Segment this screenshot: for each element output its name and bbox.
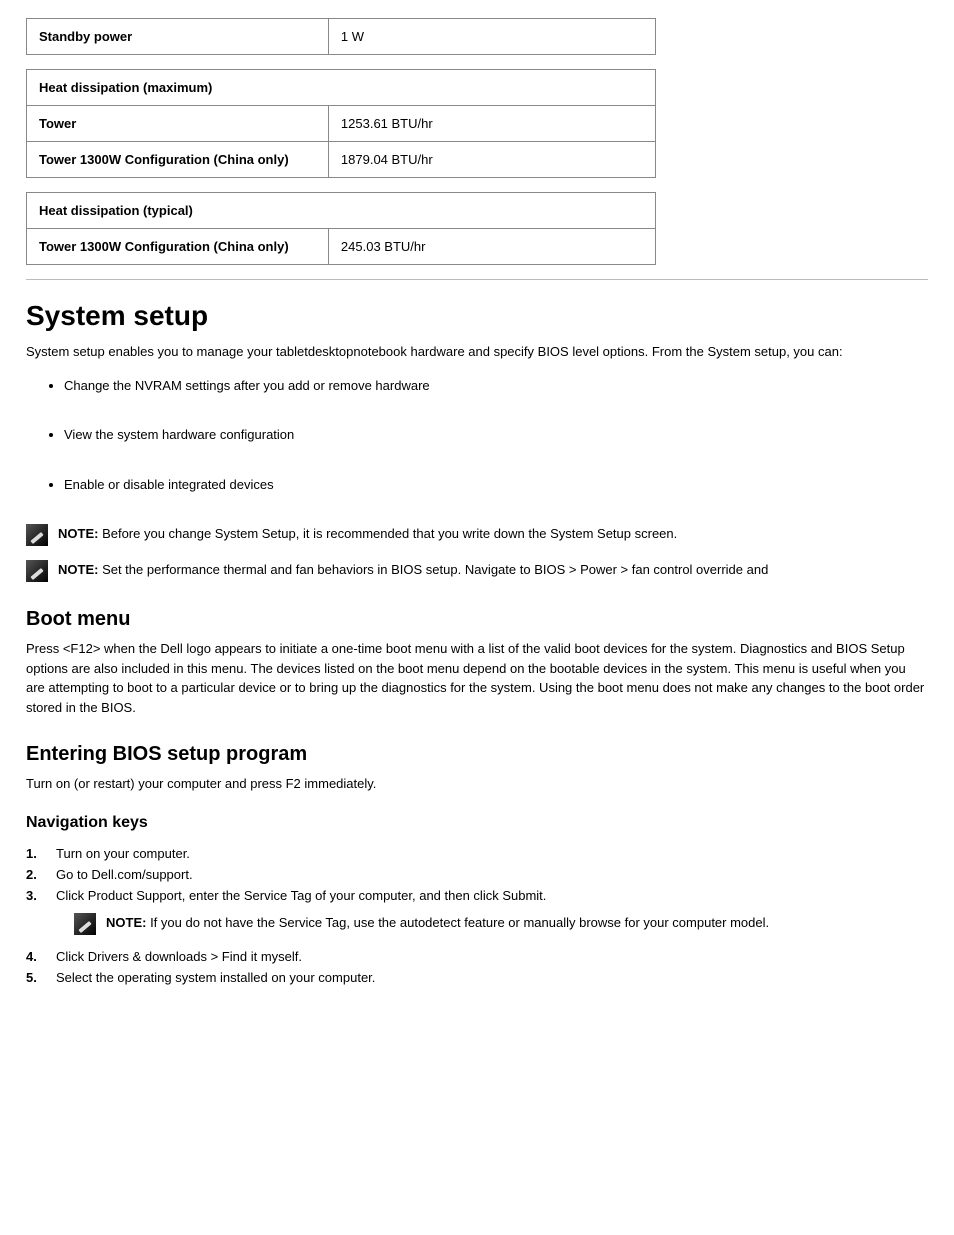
step-3-body: Click Product Support, enter the Service… bbox=[56, 888, 928, 903]
divider bbox=[26, 279, 928, 280]
step-1: 1. Turn on your computer. bbox=[26, 846, 928, 861]
step-5-num: 5. bbox=[26, 970, 46, 985]
subnote-text-wrap: NOTE: If you do not have the Service Tag… bbox=[106, 913, 769, 933]
step-2-num: 2. bbox=[26, 867, 46, 882]
note1-label: NOTE: bbox=[58, 526, 102, 541]
subnote-label: NOTE: bbox=[106, 915, 150, 930]
step-1-body: Turn on your computer. bbox=[56, 846, 928, 861]
heat-max-row1-label: Tower 1300W Configuration (China only) bbox=[27, 142, 329, 178]
heat-max-row0-value: 1253.61 BTU/hr bbox=[328, 106, 655, 142]
heat-dissipation-typical-table: Heat dissipation (typical) Tower 1300W C… bbox=[26, 192, 656, 265]
subnote-body: If you do not have the Service Tag, use … bbox=[150, 915, 769, 930]
step-4: 4. Click Drivers & downloads > Find it m… bbox=[26, 949, 928, 964]
pencil-icon bbox=[26, 560, 48, 582]
standby-power-label: Standby power bbox=[27, 19, 329, 55]
step-3-num: 3. bbox=[26, 888, 46, 903]
standby-power-table: Standby power 1 W bbox=[26, 18, 656, 55]
standby-power-value: 1 W bbox=[328, 19, 655, 55]
note2-body: Set the performance thermal and fan beha… bbox=[102, 562, 768, 577]
step-5: 5. Select the operating system installed… bbox=[26, 970, 928, 985]
heading-system-setup: System setup bbox=[26, 300, 928, 332]
heat-max-header: Heat dissipation (maximum) bbox=[27, 70, 656, 106]
heat-typical-row0-value: 245.03 BTU/hr bbox=[328, 229, 655, 265]
bullet-nvram: Change the NVRAM settings after you add … bbox=[64, 376, 928, 396]
step-2-body: Go to Dell.com/support. bbox=[56, 867, 928, 882]
step-list: 1. Turn on your computer. 2. Go to Dell.… bbox=[26, 846, 928, 985]
heat-typical-header: Heat dissipation (typical) bbox=[27, 193, 656, 229]
pencil-icon bbox=[74, 913, 96, 935]
step-3: 3. Click Product Support, enter the Serv… bbox=[26, 888, 928, 903]
note1-body: Before you change System Setup, it is re… bbox=[102, 526, 677, 541]
entering-bios-paragraph: Turn on (or restart) your computer and p… bbox=[26, 774, 928, 794]
bullet-enable-disable: Enable or disable integrated devices bbox=[64, 475, 928, 495]
heading-entering-bios: Entering BIOS setup program bbox=[26, 743, 928, 766]
heat-typical-row0-label: Tower 1300W Configuration (China only) bbox=[27, 229, 329, 265]
heat-dissipation-max-table: Heat dissipation (maximum) Tower 1253.61… bbox=[26, 69, 656, 178]
boot-menu-paragraph: Press <F12> when the Dell logo appears t… bbox=[26, 639, 928, 717]
step-1-num: 1. bbox=[26, 846, 46, 861]
note2-text-wrap: NOTE: Set the performance thermal and fa… bbox=[58, 560, 768, 580]
heading-boot-menu: Boot menu bbox=[26, 608, 928, 631]
pencil-icon bbox=[26, 524, 48, 546]
step-4-num: 4. bbox=[26, 949, 46, 964]
bullet-view-hw: View the system hardware configuration bbox=[64, 425, 928, 445]
note2-label: NOTE: bbox=[58, 562, 102, 577]
system-setup-intro: System setup enables you to manage your … bbox=[26, 342, 928, 362]
system-setup-bullets: Change the NVRAM settings after you add … bbox=[64, 376, 928, 495]
note-change-system-setup: NOTE: Before you change System Setup, it… bbox=[26, 524, 928, 546]
step-5-body: Select the operating system installed on… bbox=[56, 970, 928, 985]
heat-max-row0-label: Tower bbox=[27, 106, 329, 142]
heat-max-row1-value: 1879.04 BTU/hr bbox=[328, 142, 655, 178]
heading-navigation-keys: Navigation keys bbox=[26, 814, 928, 832]
note1-text-wrap: NOTE: Before you change System Setup, it… bbox=[58, 524, 677, 544]
step-2: 2. Go to Dell.com/support. bbox=[26, 867, 928, 882]
note-fan-control: NOTE: Set the performance thermal and fa… bbox=[26, 560, 928, 582]
step-4-body: Click Drivers & downloads > Find it myse… bbox=[56, 949, 928, 964]
step-3-subnote: NOTE: If you do not have the Service Tag… bbox=[74, 913, 928, 935]
